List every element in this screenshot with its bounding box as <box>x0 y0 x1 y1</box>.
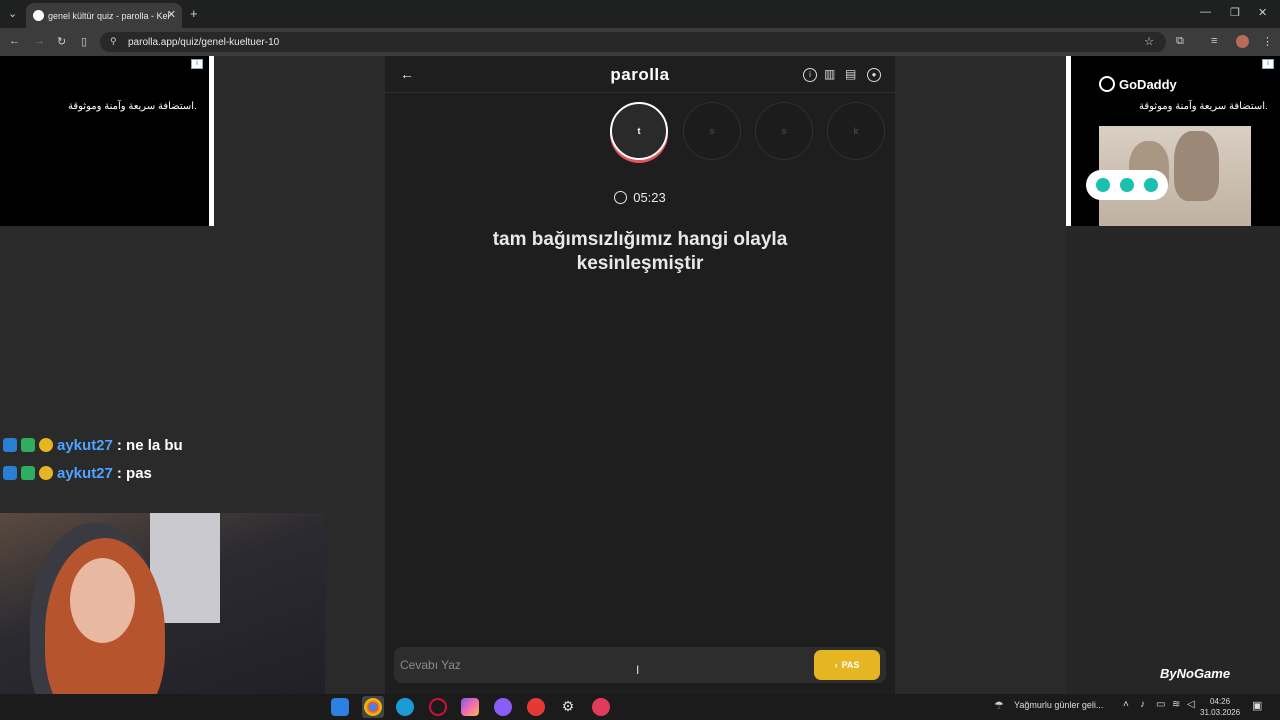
app-logo[interactable]: parolla <box>540 65 740 85</box>
badge-icon <box>3 466 17 480</box>
badge-icon <box>39 466 53 480</box>
right-ad-brand: GoDaddy <box>1119 77 1177 92</box>
back-icon[interactable]: ← <box>9 35 20 47</box>
tab-list-icon[interactable]: ⌄ <box>8 7 17 20</box>
app-icon[interactable] <box>592 698 610 716</box>
notification-icon[interactable]: ▣ <box>1252 699 1262 712</box>
chat-username: aykut27 <box>57 464 113 482</box>
side-panel-icon[interactable]: ▯ <box>81 35 87 48</box>
timer: 05:23 <box>600 190 680 205</box>
pass-label: PAS <box>841 660 860 670</box>
leaderboard-icon[interactable]: ▥ <box>824 67 835 81</box>
opera-icon[interactable] <box>429 698 447 716</box>
mail-icon[interactable] <box>331 698 349 716</box>
user-icon <box>1096 178 1110 192</box>
window-close-icon[interactable]: ✕ <box>1258 6 1267 19</box>
chat-text: : pas <box>116 464 152 482</box>
ad-icon-pill <box>1086 170 1168 200</box>
reload-icon[interactable]: ↻ <box>57 35 66 48</box>
app-icon[interactable] <box>527 698 545 716</box>
letter-label: s <box>709 126 715 136</box>
ad-info-icon[interactable]: i <box>1262 59 1274 69</box>
clock-icon <box>614 191 628 204</box>
clock[interactable]: 04:26 31.03.2026 <box>1200 696 1240 718</box>
back-arrow-icon[interactable]: ← <box>400 66 414 82</box>
question-text: tam bağımsızlığımız hangi olayla kesinle… <box>440 228 840 276</box>
tab-title: genel kültür quiz - parolla - Kel <box>48 10 170 21</box>
letter-circle-active: t <box>610 102 668 160</box>
badge-icon <box>39 438 53 452</box>
weather-text[interactable]: Yağmurlu günler geli... <box>1014 700 1103 710</box>
pass-button[interactable]: › PAS <box>814 650 880 680</box>
copilot-icon[interactable] <box>461 698 479 716</box>
chevron-right-icon: › <box>834 660 838 670</box>
site-info-icon[interactable]: ⚲ <box>110 36 117 47</box>
chat-message: aykut27 : pas <box>3 462 152 484</box>
webcam-feed <box>0 513 325 720</box>
new-tab-icon[interactable]: + <box>190 6 198 21</box>
letter-label: s <box>781 126 787 136</box>
cloud-icon <box>1144 178 1158 192</box>
chrome-icon[interactable] <box>364 698 382 716</box>
right-gutter <box>1066 226 1280 694</box>
weather-icon[interactable]: ☂ <box>994 699 1004 712</box>
shield-icon <box>1120 178 1134 192</box>
letter-label: k <box>853 126 859 136</box>
text-cursor-icon: I <box>636 663 640 677</box>
letter-label: t <box>637 126 641 136</box>
left-ad[interactable]: i استضافة سريعة وآمنة وموثوقة. <box>0 56 214 226</box>
right-ad[interactable]: i GoDaddy استضافة سريعة وآمنة وموثوقة. <box>1066 56 1280 226</box>
comments-icon[interactable]: ▤ <box>845 67 856 81</box>
letter-circle: k <box>827 102 885 160</box>
badge-icon <box>21 466 35 480</box>
answer-input[interactable] <box>400 654 790 676</box>
vase-shape <box>1174 131 1219 201</box>
chat-message: aykut27 : ne la bu <box>3 434 183 456</box>
profile-avatar[interactable] <box>1236 35 1249 48</box>
edge-icon[interactable] <box>396 698 414 716</box>
info-icon[interactable]: i <box>803 68 817 82</box>
clock-time: 04:26 <box>1210 697 1231 706</box>
ad-info-icon[interactable]: i <box>191 59 203 69</box>
favicon-icon <box>33 10 44 21</box>
app-icon[interactable] <box>494 698 512 716</box>
close-icon[interactable]: ✕ <box>167 8 176 21</box>
browser-tab[interactable]: genel kültür quiz - parolla - Kel ✕ <box>26 3 182 28</box>
profile-icon[interactable]: ● <box>867 68 881 82</box>
godaddy-logo-icon <box>1099 76 1115 92</box>
extensions-icon[interactable]: ⧉ <box>1176 35 1184 48</box>
chat-username: aykut27 <box>57 436 113 454</box>
question-line: tam bağımsızlığımız hangi olayla <box>492 229 788 250</box>
volume-icon[interactable]: ◁ <box>1187 699 1195 710</box>
face-shape <box>70 558 135 643</box>
letter-circle: s <box>683 102 741 160</box>
timer-value: 05:23 <box>633 190 666 205</box>
right-ad-text: استضافة سريعة وآمنة وموثوقة. <box>1139 101 1268 112</box>
media-icon[interactable]: ≡ <box>1211 35 1217 47</box>
letter-circle: s <box>755 102 813 160</box>
settings-gear-icon[interactable]: ⚙ <box>559 698 577 716</box>
left-ad-text: استضافة سريعة وآمنة وموثوقة. <box>68 101 197 112</box>
tray-chevron-icon[interactable]: ˄ <box>1123 699 1129 710</box>
badge-icon <box>3 438 17 452</box>
wifi-icon[interactable]: ≋ <box>1172 699 1180 710</box>
url-text: parolla.app/quiz/genel-kueltuer-10 <box>128 36 280 48</box>
minimize-icon[interactable]: — <box>1200 6 1211 18</box>
watermark: ByNoGame <box>1160 666 1231 681</box>
clock-date: 31.03.2026 <box>1200 708 1241 717</box>
chat-text: : ne la bu <box>116 436 183 454</box>
bookmark-star-icon[interactable]: ☆ <box>1144 35 1154 48</box>
maximize-icon[interactable]: ❐ <box>1230 6 1240 19</box>
microphone-icon[interactable]: ♪ <box>1140 699 1145 710</box>
badge-icon <box>21 438 35 452</box>
menu-icon[interactable]: ⋮ <box>1262 35 1273 48</box>
forward-icon[interactable]: → <box>34 35 45 47</box>
question-line: kesinleşmiştir <box>576 253 704 274</box>
url-field[interactable]: ⚲ parolla.app/quiz/genel-kueltuer-10 ☆ <box>100 32 1166 52</box>
network-icon[interactable]: ▭ <box>1156 699 1165 710</box>
